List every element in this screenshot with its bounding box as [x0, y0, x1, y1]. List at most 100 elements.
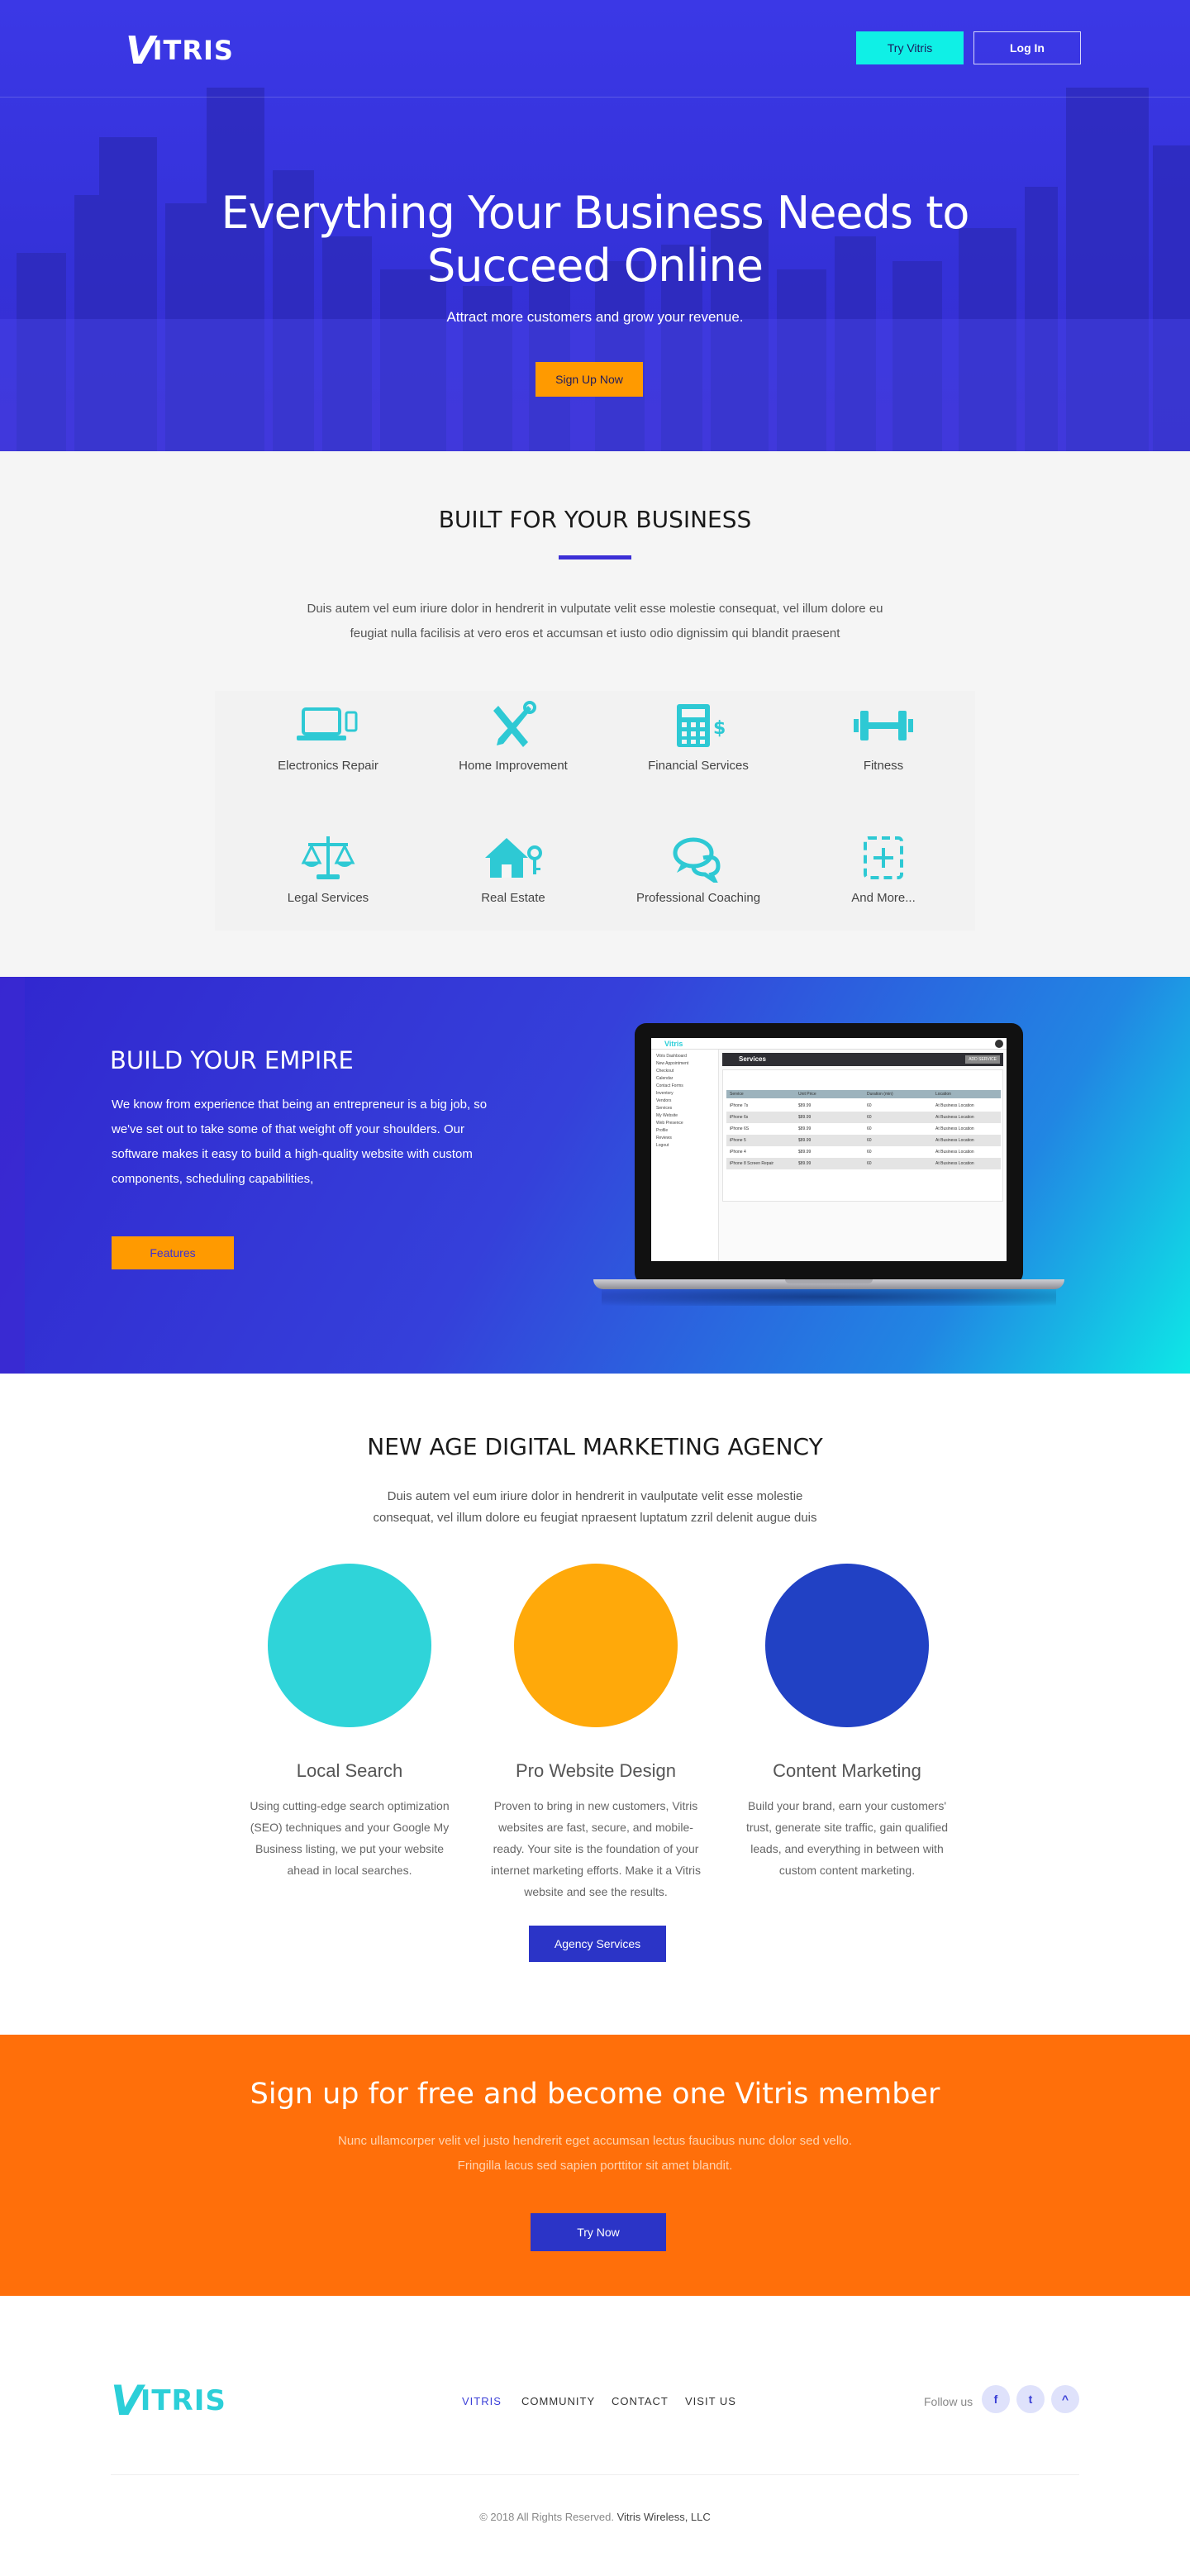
cta-description: Nunc ullamcorper velit vel justo hendrer… [0, 2129, 1190, 2178]
app-sidebar: Vitris Dashboard New Appointment Checkout C… [651, 1050, 719, 1261]
vitris-logo[interactable]: V ITRIS [126, 31, 234, 69]
description-line: Fringilla lacus sed sapien porttitor sit… [457, 2159, 733, 2173]
decorative-stripe [0, 977, 25, 1374]
laptop-notch [785, 1279, 873, 1283]
agency-title: NEW AGE DIGITAL MARKETING AGENCY [367, 1433, 823, 1460]
content-marketing-circle [765, 1564, 929, 1727]
service-description: Using cutting-edge search optimization (… [250, 1799, 450, 1877]
app-page-header: Services ADD SERVICE [722, 1053, 1003, 1066]
logo-v-mark: V [126, 28, 156, 73]
description-line: Duis autem vel eum iriure dolor in hendr… [387, 1489, 803, 1503]
category-financial-services[interactable]: $ Financial Services [616, 701, 781, 773]
app-table-row[interactable]: iPhone 6s $89.99 60 At Business Location [726, 1112, 1001, 1123]
app-table-row[interactable]: iPhone 8 Screen Repair $89.99 60 At Busines… [726, 1158, 1001, 1169]
description-line: Nunc ullamcorper velit vel justo hendrer… [338, 2134, 852, 2148]
follow-us-label: Follow us [924, 2395, 973, 2408]
app-sidebar-item[interactable]: Logout [656, 1142, 718, 1150]
app-table-cell: $89.99 [798, 1138, 812, 1143]
app-sidebar-item[interactable]: My Website [656, 1112, 718, 1120]
laptop-shadow [602, 1288, 1056, 1306]
app-table-cell: $89.99 [798, 1126, 812, 1131]
hero-section: V ITRIS Try Vitris Log In Everything You… [0, 0, 1190, 451]
facebook-icon[interactable]: f [982, 2385, 1010, 2413]
footer-nav-contact[interactable]: CONTACT [612, 2395, 669, 2407]
app-sidebar-item[interactable]: Inventory [656, 1090, 718, 1098]
app-table-cell: At Business Location [935, 1138, 974, 1143]
hero-subtitle: Attract more customers and grow your rev… [446, 309, 744, 325]
twitter-icon[interactable]: t [1016, 2385, 1045, 2413]
category-fitness[interactable]: Fitness [801, 701, 966, 773]
app-table-row[interactable]: iPhone 7s $89.99 60 At Business Location [726, 1100, 1001, 1112]
app-table-cell: 60 [867, 1161, 872, 1166]
app-logo: Vitris [664, 1040, 683, 1048]
category-legal-services[interactable]: Legal Services [245, 833, 411, 905]
app-table-cell: $89.99 [798, 1103, 812, 1108]
logo-text: ITRIS [152, 35, 234, 66]
app-sidebar-item[interactable]: Web Presence [656, 1120, 718, 1127]
app-sidebar-item[interactable]: New Appointment [656, 1060, 718, 1068]
local-search-circle [268, 1564, 431, 1727]
app-table-cell: $89.99 [798, 1161, 812, 1166]
footer-divider [111, 2474, 1079, 2475]
app-table-row[interactable]: iPhone 5 $89.99 60 At Business Location [726, 1135, 1001, 1146]
app-table-cell: iPhone 4 [730, 1150, 746, 1155]
footer-nav-vitris[interactable]: VITRIS [462, 2395, 502, 2407]
app-sidebar-item[interactable]: Profile [656, 1127, 718, 1135]
tools-icon [493, 701, 536, 747]
service-title: Local Search [296, 1760, 403, 1781]
login-button[interactable]: Log In [973, 31, 1081, 64]
category-label: Real Estate [481, 891, 545, 905]
app-sidebar-item[interactable]: Vendors [656, 1098, 718, 1105]
footer-nav-community[interactable]: COMMUNITY [521, 2395, 595, 2407]
plus-square-icon [864, 836, 903, 879]
app-table-row[interactable]: iPhone 6S $89.99 60 At Business Location [726, 1123, 1001, 1135]
scroll-top-icon[interactable]: ^ [1051, 2385, 1079, 2413]
add-service-button[interactable]: ADD SERVICE [965, 1055, 1000, 1064]
copyright: © 2018 All Rights Reserved. Vitris Wirel… [0, 2511, 1190, 2523]
app-table-cell: 60 [867, 1138, 872, 1143]
app-sidebar-item[interactable]: Reviews [656, 1135, 718, 1142]
app-table-cell: iPhone 5 [730, 1138, 746, 1143]
copyright-text: © 2018 All Rights Reserved. [479, 2511, 614, 2523]
try-vitris-button[interactable]: Try Vitris [856, 31, 964, 64]
cta-title: Sign up for free and become one Vitris m… [250, 2078, 940, 2111]
app-table-cell: iPhone 6S [730, 1126, 750, 1131]
svg-text:$: $ [713, 718, 726, 739]
app-sidebar-item[interactable]: Calendar [656, 1075, 718, 1083]
calculator-dollar-icon: $ [677, 704, 726, 747]
category-professional-coaching[interactable]: Professional Coaching [616, 833, 781, 905]
house-key-icon [485, 838, 542, 878]
app-table-column-header: Location [935, 1092, 951, 1097]
app-table-cell: 60 [867, 1103, 872, 1108]
try-now-button[interactable]: Try Now [531, 2213, 666, 2251]
category-label: Professional Coaching [635, 891, 761, 905]
app-sidebar-item[interactable]: Vitris Dashboard [656, 1053, 718, 1060]
sign-up-now-button[interactable]: Sign Up Now [536, 362, 643, 397]
category-home-improvement[interactable]: Home Improvement [431, 701, 596, 773]
features-button[interactable]: Features [112, 1236, 234, 1269]
app-table-cell: iPhone 8 Screen Repair [730, 1161, 774, 1166]
app-table-cell: 60 [867, 1115, 872, 1120]
category-electronics-repair[interactable]: Electronics Repair [245, 701, 411, 773]
footer-nav-visit-us[interactable]: VISIT US [685, 2395, 736, 2407]
service-title: Content Marketing [773, 1760, 921, 1781]
app-table-cell: At Business Location [935, 1115, 974, 1120]
title-underline [559, 555, 631, 559]
category-real-estate[interactable]: Real Estate [431, 833, 596, 905]
app-sidebar-item[interactable]: Services [656, 1105, 718, 1112]
agency-services-button[interactable]: Agency Services [529, 1926, 666, 1962]
app-table-cell: $89.99 [798, 1115, 812, 1120]
chat-bubbles-icon [673, 837, 721, 883]
service-description: Build your brand, earn your customers' t… [745, 1799, 949, 1877]
app-sidebar-item[interactable]: Checkout [656, 1068, 718, 1075]
app-services-table: Service Unit Price Duration (min) Location … [722, 1069, 1003, 1202]
category-label: Electronics Repair [278, 759, 378, 773]
app-table-row[interactable]: iPhone 4 $89.99 60 At Business Location [726, 1146, 1001, 1158]
category-label: Fitness [863, 759, 904, 773]
category-label: Legal Services [287, 891, 369, 905]
footer-logo[interactable]: V ITRIS [111, 2380, 226, 2421]
service-title: Pro Website Design [515, 1760, 676, 1781]
category-and-more[interactable]: And More... [801, 833, 966, 905]
category-label: Home Improvement [459, 759, 568, 773]
app-sidebar-item[interactable]: Contact Forms [656, 1083, 718, 1090]
